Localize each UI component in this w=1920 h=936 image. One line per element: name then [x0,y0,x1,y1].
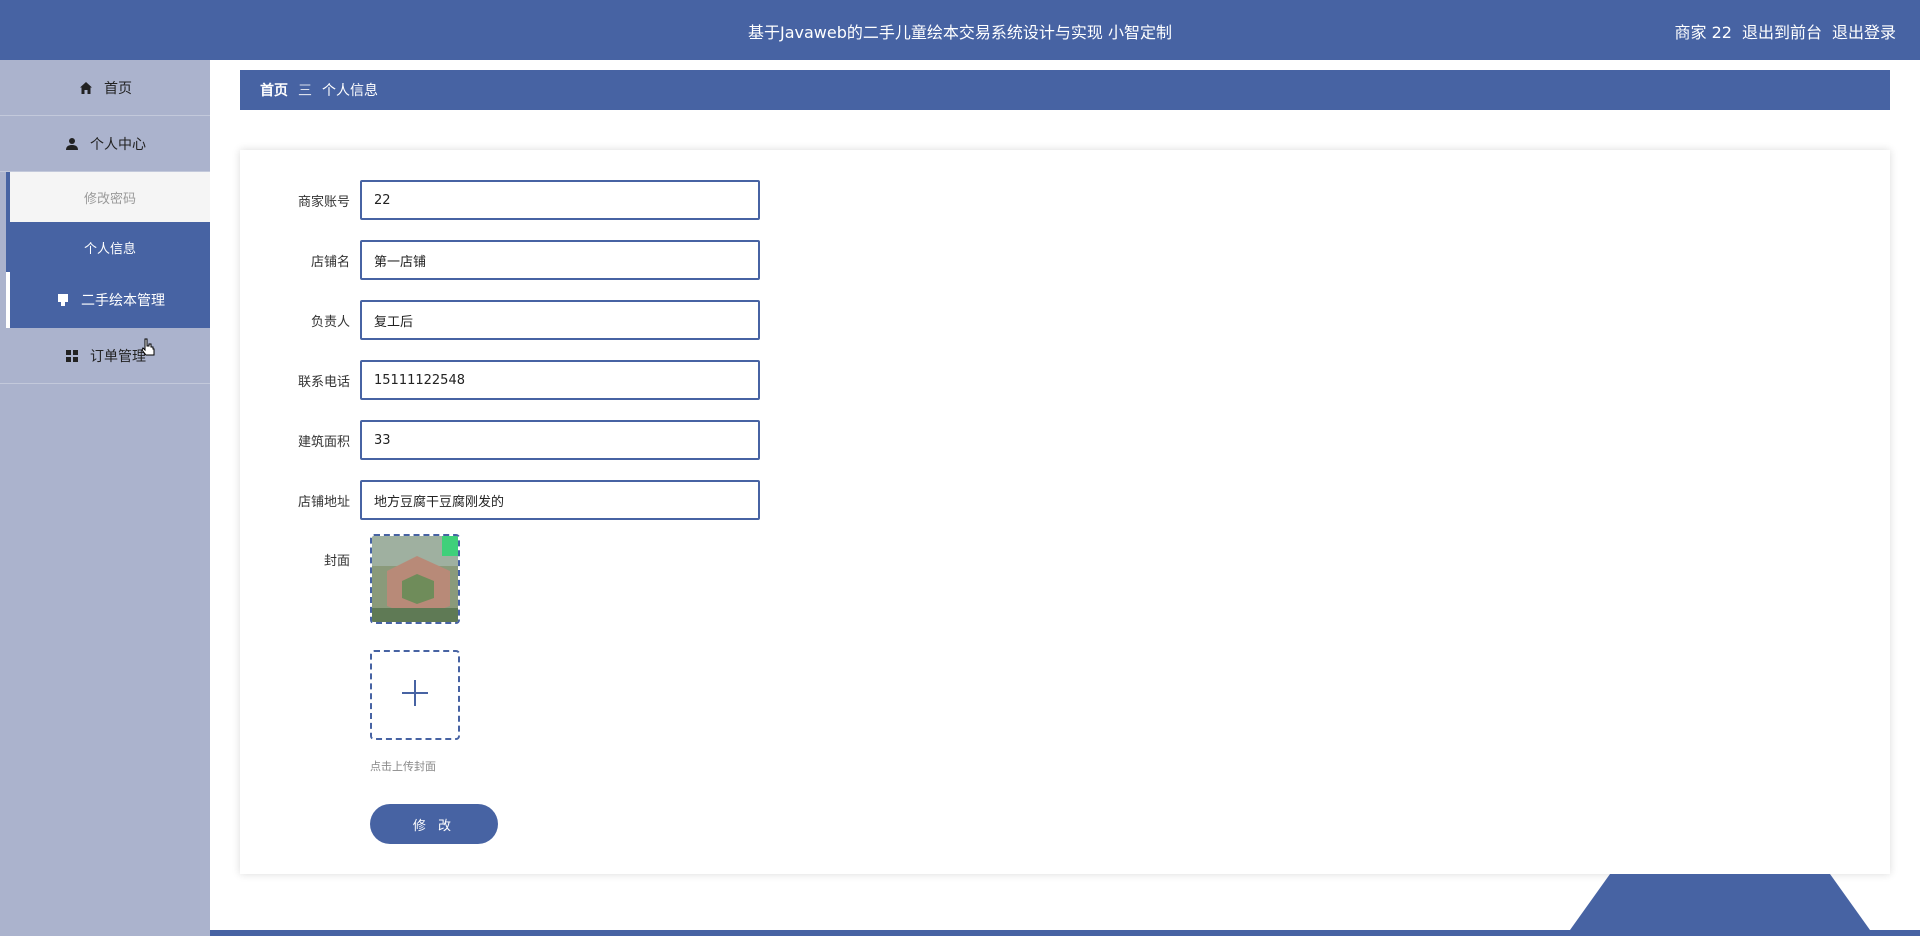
grid-icon [64,348,80,364]
form-row-shop-name: 店铺名 [240,240,1040,280]
sidebar-item-personal-center[interactable]: 个人中心 [0,116,210,172]
home-icon [78,80,94,96]
plus-icon [400,678,430,712]
back-to-front-link[interactable]: 退出到前台 [1742,19,1822,43]
logout-link[interactable]: 退出登录 [1832,19,1896,43]
decorative-shape [1570,874,1870,930]
form-row-phone: 联系电话 [240,360,1040,400]
sidebar-subitem-personal-info[interactable]: 个人信息 [6,222,210,272]
form-row-address: 店铺地址 [240,480,1040,520]
sidebar-item-book-management[interactable]: 二手绘本管理 [6,272,210,328]
profile-form-card: 商家账号 店铺名 负责人 联系电话 建筑面积 店铺地址 封面 [240,150,1890,874]
user-icon [64,136,80,152]
upload-cover-button[interactable] [370,650,460,740]
sidebar-subitem-label: 修改密码 [83,191,136,207]
current-user-label: 商家 22 [1674,23,1732,42]
form-row-area: 建筑面积 [240,420,1040,460]
field-label: 店铺地址 [297,494,350,510]
account-field[interactable] [360,180,760,220]
breadcrumb: 首页 三 个人信息 [240,70,1890,110]
sidebar-item-order-management[interactable]: 订单管理 [0,328,210,384]
sidebar-item-label: 个人中心 [90,136,146,153]
cover-image[interactable] [370,534,460,624]
top-header: 基于Javaweb的二手儿童绘本交易系统设计与实现 小智定制 商家 22 退出到… [0,0,1920,60]
footer-bar [210,930,1920,936]
phone-field[interactable] [360,360,760,400]
book-icon [55,292,71,308]
form-row-account: 商家账号 [240,180,1040,220]
submit-button[interactable]: 修 改 [370,804,498,844]
manager-field[interactable] [360,300,760,340]
field-label: 联系电话 [297,374,350,390]
sidebar-subitem-change-password[interactable]: 修改密码 [6,172,210,222]
address-field[interactable] [360,480,760,520]
field-label: 店铺名 [310,254,350,270]
sidebar: 首页 个人中心 修改密码 个人信息 二手绘本管理 订单管理 [0,60,210,936]
header-actions: 商家 22 退出到前台 退出登录 [1675,19,1896,43]
sidebar-item-label: 订单管理 [90,348,146,365]
app-title: 基于Javaweb的二手儿童绘本交易系统设计与实现 小智定制 [748,23,1172,42]
area-field[interactable] [360,420,760,460]
sidebar-subitem-label: 个人信息 [83,241,136,257]
breadcrumb-home[interactable]: 首页 [260,80,288,100]
sidebar-item-home[interactable]: 首页 [0,60,210,116]
breadcrumb-current: 个人信息 [322,83,378,99]
sidebar-item-label: 首页 [104,80,132,97]
form-row-manager: 负责人 [240,300,1040,340]
field-label: 商家账号 [297,194,350,210]
breadcrumb-separator: 三 [298,83,312,99]
cover-label: 封面 [323,554,350,569]
mouse-cursor-icon [140,338,156,358]
field-label: 负责人 [310,314,350,330]
upload-tip: 点击上传封面 [370,760,436,773]
field-label: 建筑面积 [297,434,350,450]
sidebar-item-label: 二手绘本管理 [81,293,165,309]
shop-name-field[interactable] [360,240,760,280]
